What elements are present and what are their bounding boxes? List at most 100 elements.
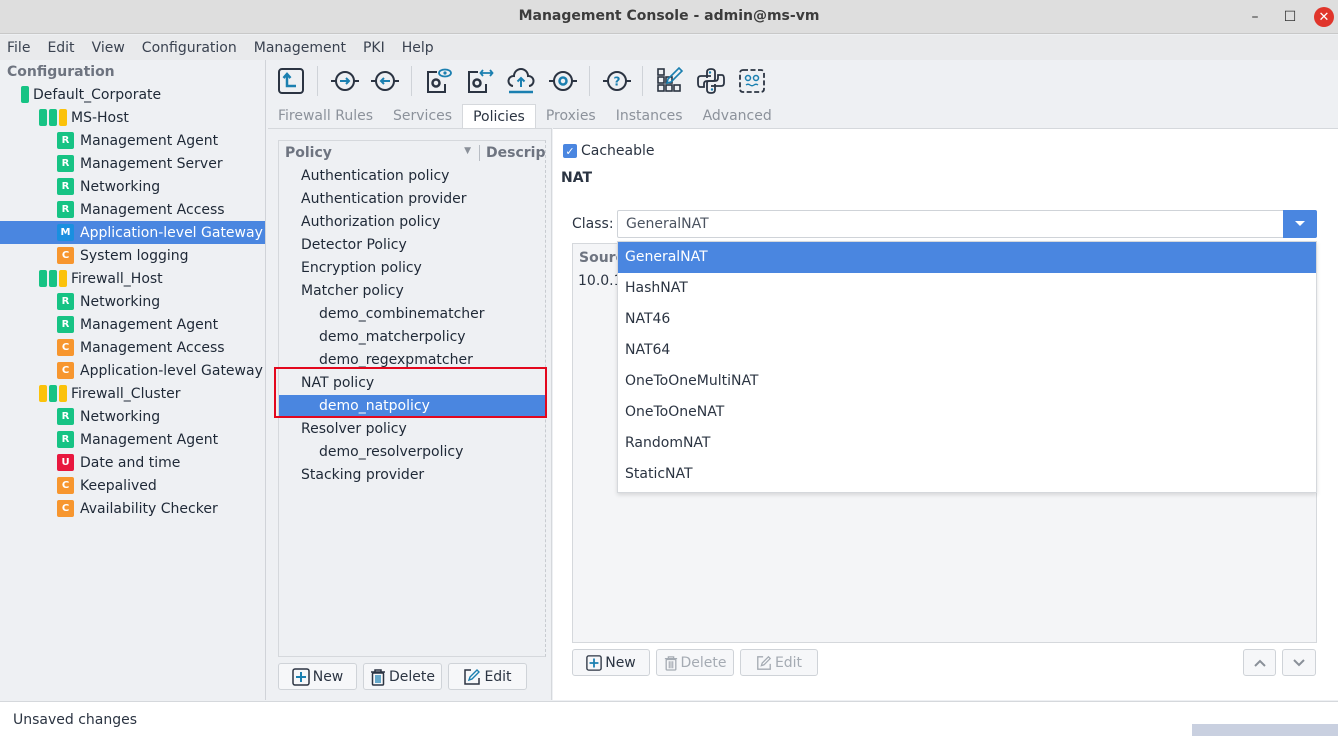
view-config-button[interactable] [423,66,453,96]
edit-icon [464,668,481,685]
policy-delete-button[interactable]: Delete [363,663,442,690]
policy-category[interactable]: Stacking provider [279,464,545,487]
tree-item[interactable]: R Management Agent [0,428,265,451]
status-badge-icon: R [57,408,74,425]
column-header-description[interactable]: Descript [479,145,545,161]
rule-new-button[interactable]: New [572,649,650,676]
dropdown-option[interactable]: OneToOneMultiNAT [618,366,1316,397]
menu-help[interactable]: Help [402,40,434,56]
tree-item-label: Management Access [80,201,225,218]
connect-button[interactable] [330,66,360,96]
cacheable-checkbox[interactable]: ✓ Cacheable [563,143,655,159]
dropdown-option[interactable]: HashNAT [618,273,1316,304]
toolbar: ? [268,60,1338,102]
tree-item[interactable]: R Networking [0,175,265,198]
python-button[interactable] [696,66,726,96]
tab-firewall-rules[interactable]: Firewall Rules [268,104,383,128]
tree-item[interactable]: Firewall_Cluster [0,382,265,405]
menu-file[interactable]: File [7,40,30,56]
policy-category[interactable]: Resolver policy [279,418,545,441]
tree-item-label: Management Server [80,155,223,172]
policy-category[interactable]: Encryption policy [279,257,545,280]
tree-item[interactable]: R Management Access [0,198,265,221]
policy-category[interactable]: Authorization policy [279,211,545,234]
connect-icon [331,71,359,91]
tree-item[interactable]: C Keepalived [0,474,265,497]
disconnect-button[interactable] [370,66,400,96]
tree-item[interactable]: R Networking [0,405,265,428]
tree-item[interactable]: R Networking [0,290,265,313]
tree-item[interactable]: M Application-level Gateway [0,221,265,244]
menu-view[interactable]: View [92,40,125,56]
tree-item[interactable]: MS-Host [0,106,265,129]
policy-category[interactable]: Authentication policy [279,165,545,188]
scripting-button[interactable] [737,66,767,96]
dropdown-option[interactable]: NAT46 [618,304,1316,335]
tab-advanced[interactable]: Advanced [693,104,782,128]
dropdown-option[interactable]: GeneralNAT [618,242,1316,273]
tree-item[interactable]: C Management Access [0,336,265,359]
policy-edit-button[interactable]: Edit [448,663,527,690]
policy-new-button[interactable]: New [278,663,357,690]
tree-item[interactable]: U Date and time [0,451,265,474]
view-config-icon [427,68,452,93]
dropdown-option[interactable]: RandomNAT [618,428,1316,459]
policy-item[interactable]: demo_natpolicy [279,395,545,418]
maximize-icon: ☐ [1283,9,1297,25]
class-select[interactable]: GeneralNAT [617,210,1317,238]
edit-grid-button[interactable] [655,66,685,96]
menu-management[interactable]: Management [254,40,346,56]
status-bar-green [39,270,47,287]
tab-policies[interactable]: Policies [462,104,536,128]
table-cell[interactable]: 10.0.1 [578,273,623,289]
tab-instances[interactable]: Instances [606,104,693,128]
column-header-policy[interactable]: Policy ▼ [279,145,479,161]
resize-grip[interactable] [1192,724,1338,736]
move-up-button[interactable] [1243,649,1276,676]
minimize-button[interactable]: – [1244,6,1266,28]
tree-item[interactable]: Firewall_Host [0,267,265,290]
policy-item[interactable]: demo_combinematcher [279,303,545,326]
tree-item[interactable]: C Application-level Gateway [0,359,265,382]
menu-edit[interactable]: Edit [47,40,74,56]
tree-item[interactable]: Default_Corporate [0,83,265,106]
dropdown-option[interactable]: StaticNAT [618,459,1316,490]
dropdown-option[interactable]: NAT64 [618,335,1316,366]
policy-item[interactable]: demo_matcherpolicy [279,326,545,349]
rule-edit-button[interactable]: Edit [740,649,818,676]
compare-config-button[interactable] [464,66,494,96]
tree-item[interactable]: R Management Agent [0,313,265,336]
menu-bar: File Edit View Configuration Management … [0,35,1338,60]
tree-item[interactable]: C Availability Checker [0,497,265,520]
dropdown-option[interactable]: OneToOneNAT [618,397,1316,428]
upload-button[interactable] [506,66,536,96]
policy-category[interactable]: NAT policy [279,372,545,395]
minimize-icon: – [1251,9,1259,25]
policy-category[interactable]: Detector Policy [279,234,545,257]
menu-configuration[interactable]: Configuration [142,40,237,56]
close-button[interactable]: ✕ [1314,7,1334,27]
tree-item-label: Networking [80,293,161,310]
rule-delete-button[interactable]: Delete [656,649,734,676]
move-down-button[interactable] [1282,649,1316,676]
menu-pki[interactable]: PKI [363,40,385,56]
policy-category[interactable]: Authentication provider [279,188,545,211]
home-button[interactable] [276,66,306,96]
status-badge-icon: R [57,431,74,448]
tab-proxies[interactable]: Proxies [536,104,606,128]
class-dropdown-button[interactable] [1283,210,1317,238]
help-button[interactable]: ? [602,66,632,96]
tree-item[interactable]: R Management Server [0,152,265,175]
upload-icon [507,68,535,94]
edit-grid-icon [657,66,684,92]
reload-button[interactable] [548,66,578,96]
status-badge-icon: R [57,293,74,310]
tree-item[interactable]: R Management Agent [0,129,265,152]
policy-item[interactable]: demo_resolverpolicy [279,441,545,464]
policy-item[interactable]: demo_regexpmatcher [279,349,545,372]
maximize-button[interactable]: ☐ [1279,6,1301,28]
tree-item[interactable]: C System logging [0,244,265,267]
tab-services[interactable]: Services [383,104,462,128]
tree-item-label: Default_Corporate [33,86,162,103]
policy-category[interactable]: Matcher policy [279,280,545,303]
